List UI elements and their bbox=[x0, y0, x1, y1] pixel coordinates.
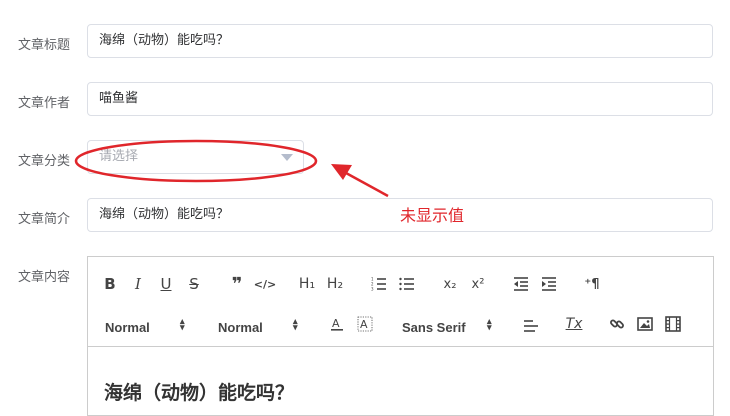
annotation-arrow-line bbox=[345, 171, 389, 198]
annotation-text: 未显示值 bbox=[400, 206, 465, 225]
annotation-ellipse bbox=[74, 139, 318, 183]
annotation-arrow-head bbox=[331, 164, 352, 180]
annotation-overlay bbox=[74, 139, 389, 198]
